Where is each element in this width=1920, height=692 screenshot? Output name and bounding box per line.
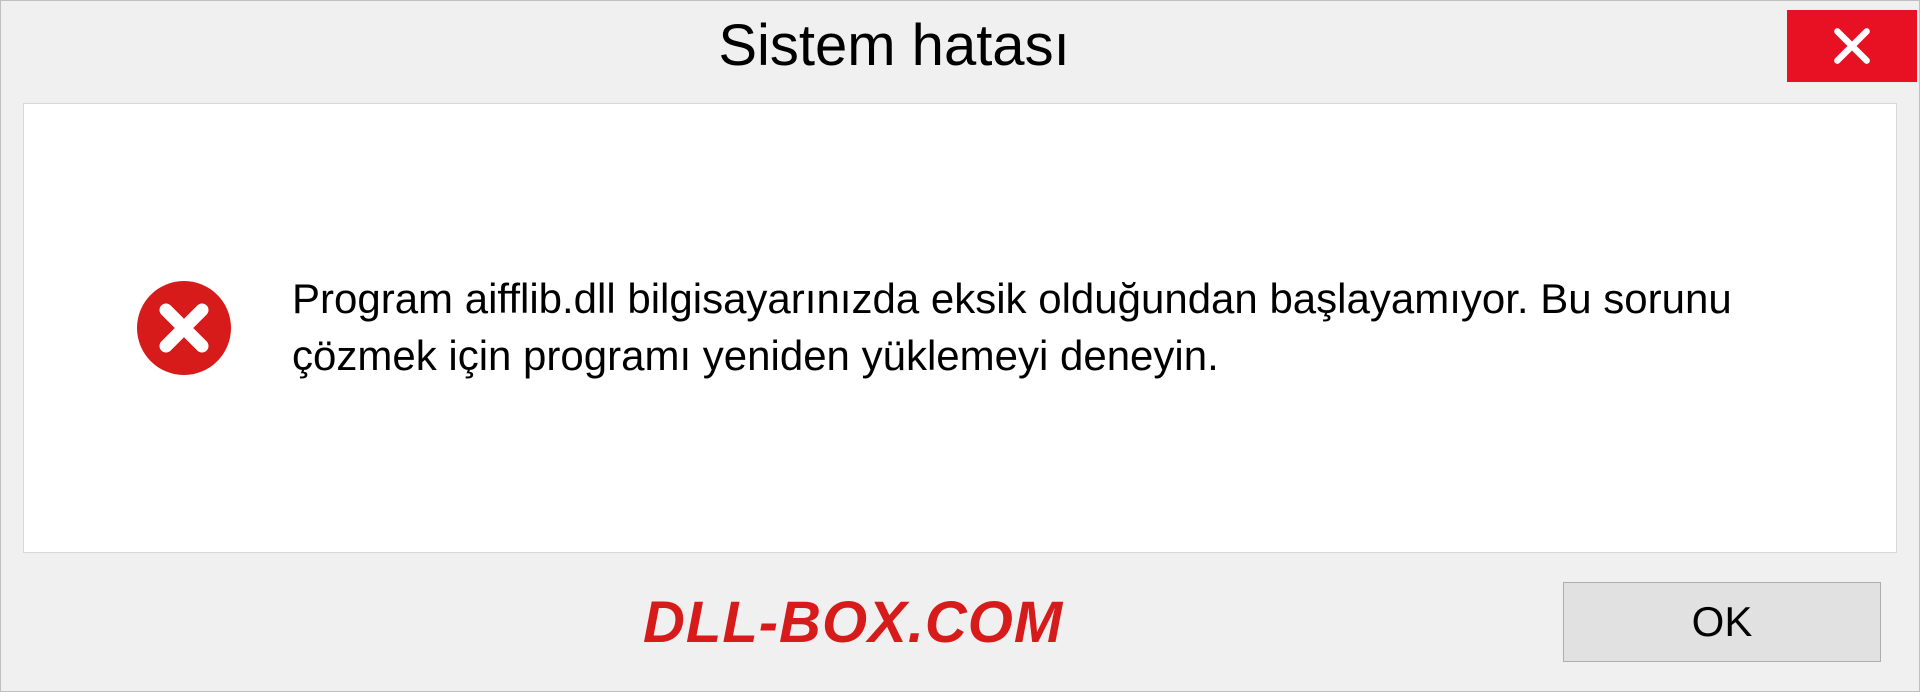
- error-icon: [134, 278, 234, 378]
- close-button[interactable]: [1787, 10, 1917, 82]
- dialog-title: Sistem hatası: [1, 12, 1787, 79]
- content-area: Program aifflib.dll bilgisayarınızda eks…: [23, 103, 1897, 553]
- titlebar: Sistem hatası: [1, 1, 1919, 89]
- error-message: Program aifflib.dll bilgisayarınızda eks…: [292, 271, 1836, 384]
- dialog-footer: DLL-BOX.COM OK: [1, 571, 1919, 691]
- watermark-text: DLL-BOX.COM: [643, 589, 1063, 656]
- error-dialog: Sistem hatası Program aifflib.dll bilgis…: [0, 0, 1920, 692]
- ok-button[interactable]: OK: [1563, 582, 1881, 662]
- close-icon: [1830, 24, 1874, 68]
